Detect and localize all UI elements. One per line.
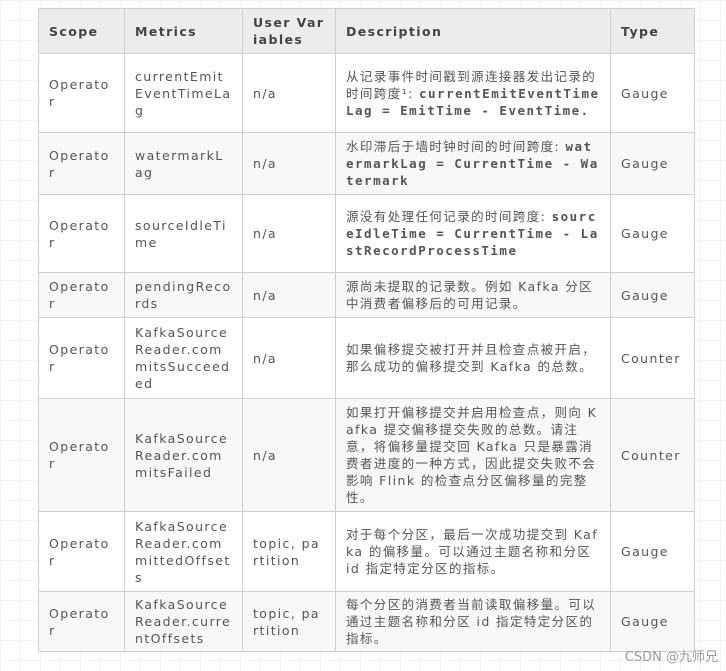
type-cell-text: Counter (621, 350, 681, 366)
description-cell-text: 如果打开偏移提交并启用检查点，则向 Kafka 提交偏移提交失败的总数。请注意，… (346, 405, 598, 505)
user-variables-cell-text: n/a (253, 156, 277, 171)
type-cell: Gauge (610, 194, 695, 273)
description-cell: 源没有处理任何记录的时间跨度: sourceIdleTime = Current… (335, 194, 611, 273)
metric-cell-text: KafkaSourceReader.commitsSucceeded (135, 325, 231, 391)
user-variables-cell-text: n/a (253, 287, 277, 303)
type-cell-text: Gauge (621, 85, 669, 101)
scope-cell-text: Operator (49, 342, 110, 374)
metric-cell-text: KafkaSourceReader.commitsFailed (135, 430, 229, 480)
table-header-row: Scope Metrics User Variables Description… (38, 8, 695, 54)
scope-cell: Operator (38, 317, 125, 399)
header-description: Description (335, 8, 611, 54)
description-cell: 每个分区的消费者当前读取偏移量。可以通过主题名称和分区 id 指定特定分区的指标… (335, 591, 611, 652)
metric-cell: KafkaSourceReader.commitsSucceeded (124, 317, 243, 399)
type-cell: Gauge (610, 272, 695, 318)
header-metrics: Metrics (124, 8, 243, 54)
metric-cell: sourceIdleTime (124, 194, 243, 273)
metrics-table: Scope Metrics User Variables Description… (38, 8, 695, 652)
description-cell-text: 每个分区的消费者当前读取偏移量。可以通过主题名称和分区 id 指定特定分区的指标… (346, 597, 597, 646)
type-cell-text: Gauge (621, 156, 669, 171)
table-row: Operator currentEmitEventTimeLag n/a 从记录事件时… (38, 53, 695, 133)
user-variables-cell-text: topic, partition (253, 535, 320, 568)
scope-cell: Operator (38, 511, 125, 592)
description-cell-text: 对于每个分区，最后一次成功提交到 Kafka 的偏移量。可以通过主题名称和分区 … (346, 527, 599, 576)
metric-cell: watermarkLag (124, 132, 243, 195)
metric-cell: KafkaSourceReader.commitsFailed (124, 398, 243, 512)
scope-cell: Operator (38, 194, 125, 273)
user-variables-cell-text: n/a (253, 226, 277, 241)
description-cell-text: 源没有处理任何记录的时间跨度: (346, 209, 552, 224)
description-cell-text: 水印滞后于墙时钟时间的时间跨度: (346, 139, 566, 154)
description-cell: 对于每个分区，最后一次成功提交到 Kafka 的偏移量。可以通过主题名称和分区 … (335, 511, 611, 592)
scope-cell: Operator (38, 53, 125, 133)
metric-cell: currentEmitEventTimeLag (124, 53, 243, 133)
scope-cell: Operator (38, 591, 125, 652)
description-cell-text: 如果偏移提交被打开并且检查点被开启，那么成功的偏移提交到 Kafka 的总数。 (346, 342, 597, 374)
user-variables-cell-text: n/a (253, 350, 277, 366)
scope-cell-text: Operator (49, 147, 110, 180)
type-cell: Gauge (610, 132, 695, 195)
scope-cell-text: Operator (49, 605, 110, 638)
table-row: Operator KafkaSourceReader.currentOffsets… (38, 591, 695, 652)
table-row: Operator KafkaSourceReader.commitsSucceed… (38, 317, 695, 399)
table-row: Operator watermarkLag n/a 水印滞后于墙时钟时间的时间跨度: … (38, 132, 695, 195)
user-variables-cell-text: n/a (253, 447, 277, 463)
user-variables-cell: n/a (242, 272, 336, 318)
user-variables-cell: n/a (242, 194, 336, 273)
type-cell: Gauge (610, 591, 695, 652)
scope-cell-text: Operator (49, 279, 110, 311)
table-row: Operator pendingRecords n/a 源尚未提取的记录数。例如 Ka… (38, 272, 695, 318)
watermark: CSDN @九师兄 (624, 650, 718, 665)
user-variables-cell: n/a (242, 398, 336, 512)
type-cell: Counter (610, 317, 695, 399)
user-variables-cell: n/a (242, 317, 336, 399)
type-cell-text: Counter (621, 447, 681, 463)
scope-cell-text: Operator (49, 535, 110, 568)
header-type: Type (610, 8, 695, 54)
description-cell: 从记录事件时间戳到源连接器发出记录的时间跨度¹: currentEmitEven… (335, 53, 611, 133)
metric-cell: KafkaSourceReader.committedOffsets (124, 511, 243, 592)
scope-cell: Operator (38, 132, 125, 195)
user-variables-cell-text: topic, partition (253, 605, 320, 638)
description-cell: 源尚未提取的记录数。例如 Kafka 分区中消费者偏移后的可用记录。 (335, 272, 611, 318)
user-variables-cell: n/a (242, 132, 336, 195)
description-cell: 水印滞后于墙时钟时间的时间跨度: watermarkLag = CurrentT… (335, 132, 611, 195)
type-cell: Gauge (610, 53, 695, 133)
type-cell-text: Gauge (621, 287, 669, 303)
user-variables-cell: topic, partition (242, 591, 336, 652)
metric-cell: KafkaSourceReader.currentOffsets (124, 591, 243, 652)
description-cell-text: 源尚未提取的记录数。例如 Kafka 分区中消费者偏移后的可用记录。 (346, 279, 594, 311)
type-cell-text: Gauge (621, 544, 669, 559)
description-cell: 如果偏移提交被打开并且检查点被开启，那么成功的偏移提交到 Kafka 的总数。 (335, 317, 611, 399)
scope-cell: Operator (38, 272, 125, 318)
metric-cell-text: sourceIdleTime (135, 217, 227, 250)
type-cell-text: Gauge (621, 226, 669, 241)
table-row: Operator KafkaSourceReader.committedOffse… (38, 511, 695, 592)
type-cell-text: Gauge (621, 614, 669, 629)
metric-cell-text: pendingRecords (135, 279, 232, 311)
type-cell: Gauge (610, 511, 695, 592)
user-variables-cell-text: n/a (253, 85, 277, 101)
metric-cell: pendingRecords (124, 272, 243, 318)
description-cell: 如果打开偏移提交并启用检查点，则向 Kafka 提交偏移提交失败的总数。请注意，… (335, 398, 611, 512)
metric-cell-text: KafkaSourceReader.currentOffsets (135, 597, 232, 646)
table-row: Operator KafkaSourceReader.commitsFailed n… (38, 398, 695, 512)
user-variables-cell: n/a (242, 53, 336, 133)
metric-cell-text: watermarkLag (135, 147, 224, 180)
scope-cell-text: Operator (49, 439, 110, 471)
scope-cell-text: Operator (49, 77, 110, 109)
metric-cell-text: KafkaSourceReader.committedOffsets (135, 518, 231, 585)
table-row: Operator sourceIdleTime n/a 源没有处理任何记录的时间跨度:… (38, 194, 695, 273)
user-variables-cell: topic, partition (242, 511, 336, 592)
metric-cell-text: currentEmitEventTimeLag (135, 68, 232, 118)
type-cell: Counter (610, 398, 695, 512)
scope-cell-text: Operator (49, 217, 110, 250)
scope-cell: Operator (38, 398, 125, 512)
header-scope: Scope (38, 8, 125, 54)
header-user-variables: User Variables (242, 8, 336, 54)
